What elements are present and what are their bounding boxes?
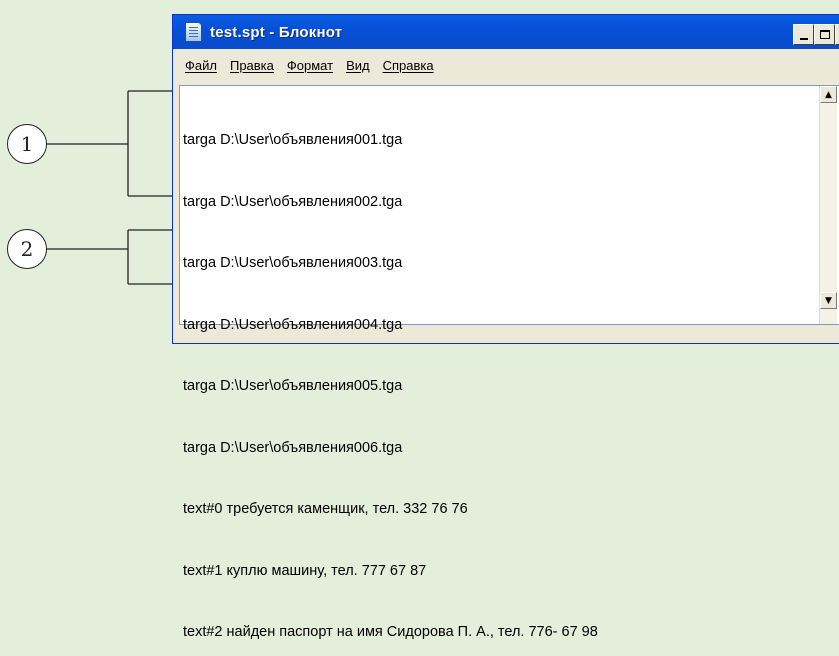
menu-format[interactable]: Формат — [287, 58, 333, 73]
scroll-up-button[interactable]: ▲ — [820, 86, 837, 103]
scroll-down-button[interactable]: ▼ — [820, 292, 837, 309]
menu-view[interactable]: Вид — [346, 58, 370, 73]
arrow-down-icon: ▼ — [825, 295, 832, 306]
text-line: targa D:\User\объявления002.tga — [183, 193, 403, 210]
text-content[interactable]: targa D:\User\объявления001.tga targa D:… — [183, 89, 598, 656]
text-line: targa D:\User\объявления001.tga — [183, 132, 403, 148]
vertical-scrollbar[interactable]: ▲ ▼ — [819, 86, 837, 324]
maximize-button[interactable] — [814, 24, 835, 45]
text-line: text#1 куплю машину, тел. 777 67 87 — [183, 562, 427, 579]
text-line: targa D:\User\объявления004.tga — [183, 316, 403, 333]
callout-2: 2 — [7, 229, 47, 269]
menu-file[interactable]: Файл — [185, 58, 217, 73]
menu-help[interactable]: Справка — [383, 58, 434, 73]
text-line: targa D:\User\объявления003.tga — [183, 255, 403, 271]
title-bar[interactable]: test.spt - Блокнот × — [173, 15, 839, 49]
text-line: text#2 найден паспорт на имя Сидорова П.… — [183, 624, 598, 640]
text-editor[interactable]: targa D:\User\объявления001.tga targa D:… — [179, 85, 839, 640]
minimize-icon — [799, 37, 808, 40]
arrow-up-icon: ▲ — [825, 89, 832, 100]
minimize-button[interactable] — [793, 24, 814, 45]
notepad-window: test.spt - Блокнот × Файл Правка Формат … — [172, 14, 839, 640]
window-title: test.spt - Блокнот — [210, 23, 343, 41]
notepad-icon[interactable] — [185, 22, 202, 42]
menu-bar: Файл Правка Формат Вид Справка — [173, 49, 839, 81]
text-line: targa D:\User\объявления005.tga — [183, 378, 403, 394]
callout-1: 1 — [7, 124, 47, 164]
text-line: targa D:\User\объявления006.tga — [183, 439, 403, 456]
text-line: text#0 требуется каменщик, тел. 332 76 7… — [183, 501, 468, 517]
maximize-icon — [819, 30, 830, 39]
menu-edit[interactable]: Правка — [230, 58, 274, 73]
close-button[interactable]: × — [835, 24, 839, 45]
